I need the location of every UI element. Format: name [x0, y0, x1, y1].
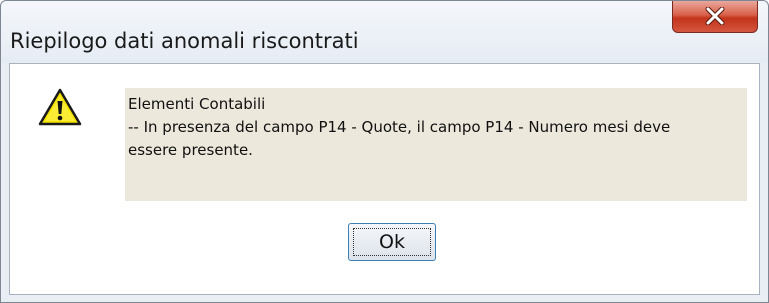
message-heading: Elementi Contabili	[128, 95, 266, 113]
close-icon	[705, 7, 725, 25]
warning-triangle-icon	[38, 88, 82, 126]
dialog-title: Riepilogo dati anomali riscontrati	[10, 29, 359, 53]
message-box: Elementi Contabili -- In presenza del ca…	[125, 88, 747, 201]
dialog-window: Riepilogo dati anomali riscontrati Eleme…	[0, 0, 769, 303]
dialog-content: Elementi Contabili -- In presenza del ca…	[9, 63, 760, 295]
ok-button[interactable]: Ok	[348, 223, 436, 261]
message-text-line: -- In presenza del campo P14 - Quote, il…	[128, 118, 671, 136]
title-bar[interactable]: Riepilogo dati anomali riscontrati	[1, 1, 768, 63]
message-text-line: essere presente.	[128, 141, 253, 159]
close-button[interactable]	[672, 1, 758, 33]
